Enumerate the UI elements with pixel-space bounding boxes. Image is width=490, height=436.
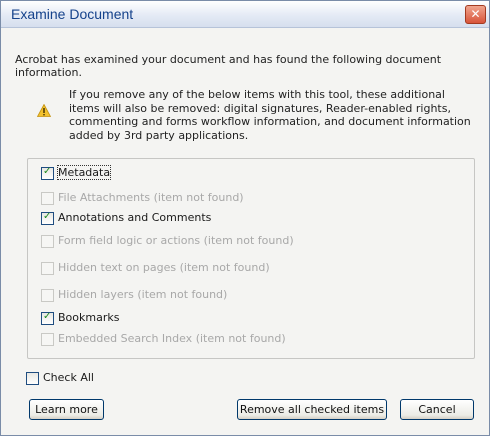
close-icon[interactable]: ✕: [465, 5, 486, 24]
learn-more-button[interactable]: Learn more: [29, 399, 104, 420]
bookmarks-checkbox[interactable]: ✓: [41, 311, 54, 325]
cancel-button[interactable]: Cancel: [400, 399, 474, 420]
hidden-text-label: Hidden text on pages (item not found): [58, 261, 270, 274]
search-index-label: Embedded Search Index (item not found): [58, 332, 286, 345]
form-field-label: Form field logic or actions (item not fo…: [58, 234, 294, 247]
remove-checked-button[interactable]: Remove all checked items: [237, 399, 387, 420]
annotations-label: Annotations and Comments: [58, 211, 212, 224]
hidden-layers-checkbox: [41, 289, 54, 302]
warning-text: If you remove any of the below items wit…: [69, 88, 471, 142]
form-field-checkbox: [41, 235, 54, 248]
items-group: [27, 158, 475, 359]
check-all-label: Check All: [43, 371, 94, 384]
dialog-title: Examine Document: [11, 6, 134, 22]
file-attachments-checkbox: [41, 192, 54, 205]
examine-document-dialog: Examine Document ✕ Acrobat has examined …: [0, 0, 490, 436]
hidden-text-checkbox: [41, 262, 54, 275]
title-bar[interactable]: Examine Document ✕: [1, 1, 489, 28]
search-index-checkbox: [41, 333, 54, 346]
warning-icon: [37, 104, 51, 117]
bookmarks-label: Bookmarks: [58, 311, 120, 324]
metadata-checkbox[interactable]: ✓: [41, 166, 54, 180]
check-all-checkbox[interactable]: [26, 372, 39, 385]
annotations-checkbox[interactable]: ✓: [41, 211, 54, 225]
hidden-layers-label: Hidden layers (item not found): [58, 288, 228, 301]
file-attachments-label: File Attachments (item not found): [58, 191, 244, 204]
metadata-label: Metadata: [56, 165, 112, 180]
intro-text: Acrobat has examined your document and h…: [15, 53, 442, 79]
